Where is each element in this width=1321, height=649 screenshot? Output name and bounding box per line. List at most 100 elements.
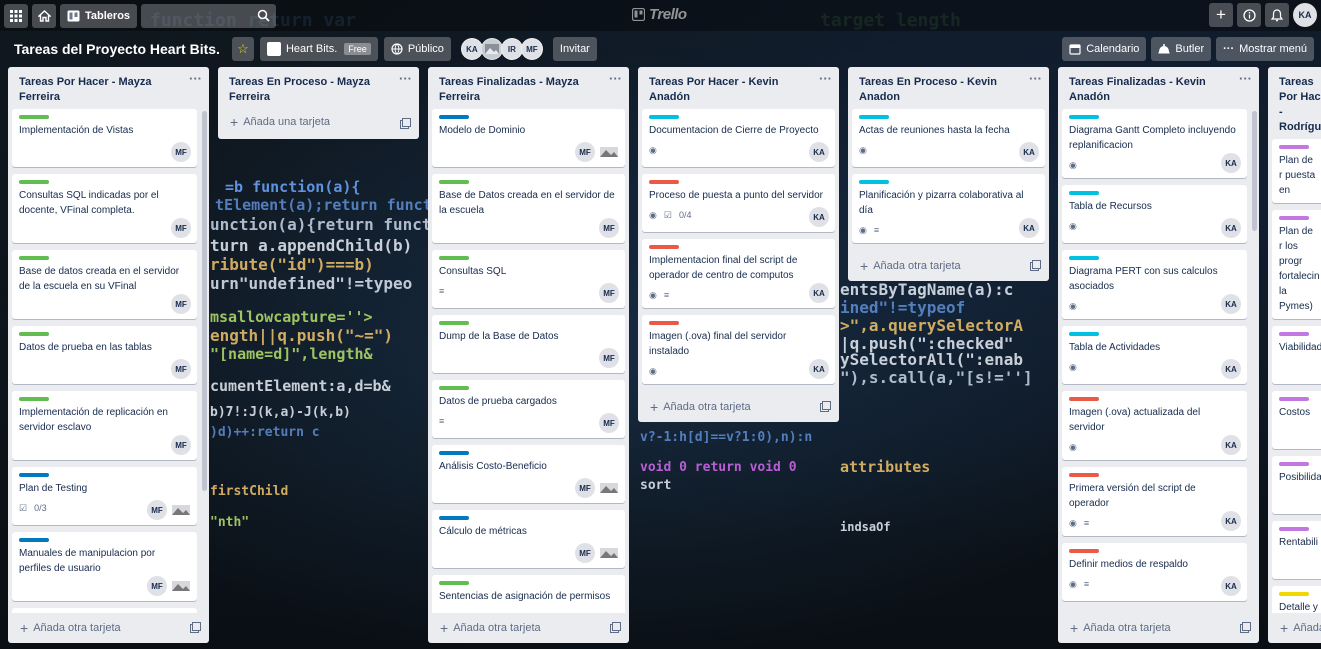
home-button[interactable] (32, 3, 56, 28)
card-member-avatar[interactable]: KA (1221, 576, 1241, 596)
card-member-avatar[interactable]: KA (1019, 142, 1039, 162)
card[interactable]: Posibilida (1272, 456, 1321, 514)
card-label[interactable] (439, 321, 469, 325)
card-label[interactable] (1069, 115, 1099, 119)
card[interactable]: Implementación de Vistas MF (12, 109, 197, 167)
card[interactable]: Costos (1272, 391, 1321, 449)
card[interactable]: Datos de prueba en las tablas MF (12, 326, 197, 384)
card-member-avatar[interactable]: KA (1221, 359, 1241, 379)
add-card-button[interactable]: + Añada una tarjeta (218, 109, 419, 135)
list-menu-icon[interactable]: ··· (189, 71, 202, 86)
list-title[interactable]: Tareas Por Hacer - Kevin Anadón (649, 76, 778, 103)
member-photo-icon[interactable] (171, 503, 191, 517)
card[interactable]: Rentabili (1272, 521, 1321, 579)
card-template-icon[interactable] (400, 118, 411, 129)
card-label[interactable] (649, 115, 679, 119)
card[interactable]: Diagrama Gantt Completo incluyendo repla… (1062, 109, 1247, 178)
show-menu-button[interactable]: ··· Mostrar menú (1216, 37, 1314, 61)
card-member-avatar[interactable]: MF (171, 218, 191, 238)
visibility-button[interactable]: Público (383, 37, 451, 61)
card-member-avatar[interactable]: MF (171, 359, 191, 379)
card-label[interactable] (439, 581, 469, 585)
card[interactable]: Consultas SQL ≡ MF (432, 250, 625, 308)
card[interactable]: Manuales de manipulacion por perfiles de… (12, 532, 197, 601)
list-menu-icon[interactable]: ··· (1239, 71, 1252, 86)
list-title[interactable]: Tareas En Proceso - Mayza Ferreira (229, 76, 370, 103)
card-member-avatar[interactable]: MF (171, 142, 191, 162)
member-avatar[interactable]: IR (500, 38, 523, 60)
card-member-avatar[interactable]: KA (1221, 218, 1241, 238)
card-label[interactable] (19, 256, 49, 260)
card-member-avatar[interactable]: KA (809, 359, 829, 379)
card[interactable]: Viabilidad (1272, 326, 1321, 384)
card-label[interactable] (1279, 145, 1309, 149)
card-label[interactable] (1069, 256, 1099, 260)
card[interactable]: Plan de Testing ☑ 0/3 MF (12, 467, 197, 525)
add-card-button[interactable]: + Añada otra tarjeta (8, 613, 209, 643)
list-scrollbar[interactable] (1252, 111, 1257, 231)
card[interactable]: Primera versión del script de operador ◉… (1062, 467, 1247, 536)
card-template-icon[interactable] (610, 622, 621, 633)
member-photo-icon[interactable] (171, 579, 191, 593)
card-member-avatar[interactable]: KA (1221, 153, 1241, 173)
card-label[interactable] (1279, 216, 1309, 220)
card[interactable]: Implementacion final del script de opera… (642, 239, 835, 308)
card-template-icon[interactable] (1240, 622, 1251, 633)
card-member-avatar[interactable]: KA (1019, 218, 1039, 238)
card-member-avatar[interactable]: KA (809, 207, 829, 227)
card[interactable]: Actas de reuniones hasta la fecha ◉ KA (852, 109, 1045, 167)
card-label[interactable] (1069, 191, 1099, 195)
board-title[interactable]: Tareas del Proyecto Heart Bits. (8, 41, 226, 57)
list-title[interactable]: Tareas En Proceso - Kevin Anadon (859, 76, 997, 103)
card[interactable]: Imagen (.ova) final del servidor instala… (642, 315, 835, 384)
card[interactable]: Tabla de Recursos ◉ KA (1062, 185, 1247, 243)
card-label[interactable] (1069, 549, 1099, 553)
card[interactable]: Análisis Costo-Beneficio MF (432, 445, 625, 503)
card-member-avatar[interactable]: KA (1221, 294, 1241, 314)
card-member-avatar[interactable]: MF (575, 478, 595, 498)
card-label[interactable] (649, 245, 679, 249)
info-button[interactable] (1237, 3, 1261, 27)
invite-button[interactable]: Invitar (552, 37, 597, 61)
card-label[interactable] (19, 180, 49, 184)
list-header[interactable]: Tareas En Proceso - Kevin Anadon ··· (848, 67, 1049, 109)
card-member-avatar[interactable]: MF (147, 500, 167, 520)
create-button[interactable]: + (1209, 3, 1233, 27)
member-photo-icon[interactable] (599, 481, 619, 495)
card-label[interactable] (439, 256, 469, 260)
list-menu-icon[interactable]: ··· (819, 71, 832, 86)
card-template-icon[interactable] (820, 401, 831, 412)
card-label[interactable] (19, 473, 49, 477)
notifications-button[interactable] (1265, 3, 1289, 27)
card[interactable]: Imagen (.ova) actualizada del servidor ◉… (1062, 391, 1247, 460)
add-card-button[interactable]: + Añada otra tarjeta (638, 392, 839, 422)
card[interactable]: Datos de prueba cargados ≡ MF (432, 380, 625, 438)
card-label[interactable] (1279, 332, 1309, 336)
member-photo-icon[interactable] (599, 145, 619, 159)
card-label[interactable] (649, 321, 679, 325)
card[interactable]: Implementación de replicación en servido… (12, 391, 197, 460)
card-label[interactable] (1279, 462, 1309, 466)
card[interactable]: Dump de la Base de Datos MF (432, 315, 625, 373)
card[interactable]: Detalle y implemen informati (1272, 586, 1321, 613)
card[interactable]: Tabla de Actividades ◉ KA (1062, 326, 1247, 384)
list-menu-icon[interactable]: ··· (609, 71, 622, 86)
card[interactable]: Documentacion de Cierre de Proyecto ◉ KA (642, 109, 835, 167)
search-input[interactable] (141, 3, 277, 28)
card-member-avatar[interactable]: KA (809, 142, 829, 162)
card[interactable]: Plan de r los progr fortalecin la Pymes) (1272, 210, 1321, 319)
card[interactable]: Plan de r puesta en (1272, 139, 1321, 203)
card-member-avatar[interactable]: KA (1221, 435, 1241, 455)
card-label[interactable] (19, 397, 49, 401)
list-header[interactable]: Tareas Finalizadas - Mayza Ferreira ··· (428, 67, 629, 109)
list-title[interactable]: Tareas Por Hacer - Mayza Ferreira (19, 76, 151, 103)
card[interactable]: Base de datos creada en el servidor de l… (12, 250, 197, 319)
trello-logo[interactable]: Trello (632, 6, 687, 23)
card-label[interactable] (439, 451, 469, 455)
boards-button[interactable]: Tableros (60, 3, 138, 28)
user-avatar[interactable]: KA (1293, 3, 1317, 27)
card[interactable]: Cálculo de métricas MF (432, 510, 625, 568)
butler-button[interactable]: Butler (1151, 37, 1212, 61)
star-button[interactable]: ☆ (231, 37, 254, 61)
team-button[interactable]: Heart Bits. Free (259, 37, 378, 61)
